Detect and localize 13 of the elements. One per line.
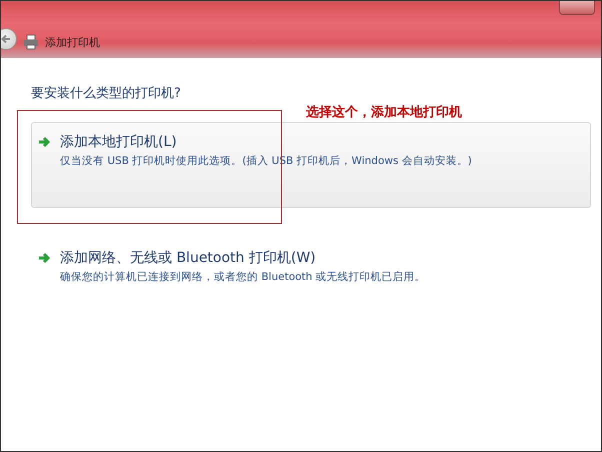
printer-option[interactable]: 添加网络、无线或 Bluetooth 打印机(W) 确保您的计算机已连接到网络，或者您的 Bluetooth 或无线打印机已启用。 <box>31 238 591 295</box>
option-title: 添加网络、无线或 Bluetooth 打印机(W) <box>60 249 317 267</box>
option-description: 确保您的计算机已连接到网络，或者您的 Bluetooth 或无线打印机已启用。 <box>60 270 426 284</box>
annotation-text: 选择这个，添加本地打印机 <box>306 104 462 121</box>
back-button[interactable] <box>1 28 17 50</box>
back-arrow-icon <box>1 33 12 45</box>
arrow-icon <box>38 251 52 265</box>
window-title: 添加打印机 <box>45 35 100 50</box>
printer-icon <box>23 34 39 50</box>
option-title: 添加本地打印机(L) <box>60 133 178 151</box>
arrow-icon <box>38 135 52 149</box>
close-button[interactable] <box>559 1 595 15</box>
question-heading: 要安装什么类型的打印机? <box>31 85 182 102</box>
